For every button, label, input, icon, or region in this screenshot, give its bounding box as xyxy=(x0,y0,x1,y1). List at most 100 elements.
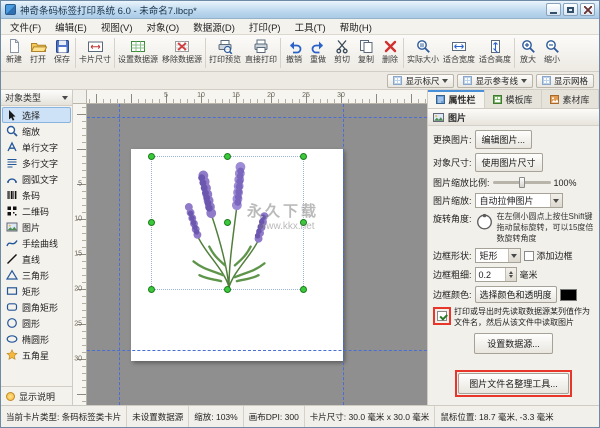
selection-handle-center[interactable] xyxy=(224,219,231,226)
help-bulb-icon xyxy=(6,392,15,401)
title-bar: 神奇条码标签打印系统 6.0 - 未命名7.lbcp* xyxy=(1,1,599,19)
sidebar-item-single-line-text[interactable]: 单行文字 xyxy=(2,139,71,155)
sidebar-item-arc-text[interactable]: 圆弧文字 xyxy=(2,171,71,187)
image-filename-tool-button[interactable]: 图片文件名整理工具... xyxy=(458,373,569,394)
toolbar-button-card-size[interactable]: 卡片尺寸 xyxy=(77,36,113,70)
use-image-size-button[interactable]: 使用图片尺寸 xyxy=(475,153,543,172)
panel-body: 更换图片: 编辑图片... 对象尺寸: 使用图片尺寸 图片缩放比例: 100% … xyxy=(428,126,599,405)
minimize-button[interactable] xyxy=(546,3,561,16)
selection-handle-middle-left[interactable] xyxy=(148,219,155,226)
toolbar-button-delete[interactable]: 删除 xyxy=(378,36,402,70)
toolbar-button-cut[interactable]: 剪切 xyxy=(330,36,354,70)
sidebar-item-barcode[interactable]: 条码 xyxy=(2,187,71,203)
guide-vertical-left[interactable] xyxy=(119,104,120,405)
selection-handle-bottom-center[interactable] xyxy=(224,286,231,293)
close-button[interactable] xyxy=(580,3,595,16)
guide-horizontal-top[interactable] xyxy=(87,117,427,118)
border-shape-label: 边框形状: xyxy=(433,249,472,262)
border-width-spinner[interactable]: 0.2 xyxy=(475,267,517,282)
app-window: 神奇条码标签打印系统 6.0 - 未命名7.lbcp* 文件(F) 编辑(E) … xyxy=(0,0,600,428)
rectangle-icon xyxy=(5,285,19,298)
horizontal-ruler[interactable]: 5 10 15 20 25 30 xyxy=(87,90,427,104)
sidebar-item-rectangle[interactable]: 矩形 xyxy=(2,283,71,299)
sidebar-item-multi-line-text[interactable]: 多行文字 xyxy=(2,155,71,171)
sidebar-item-select[interactable]: 选择 xyxy=(2,107,71,123)
spinner-buttons[interactable] xyxy=(505,268,516,281)
border-color-swatch[interactable] xyxy=(560,289,577,301)
status-dpi: 画布DPI: 300 xyxy=(244,406,305,427)
show-help-button[interactable]: 显示说明 xyxy=(1,386,72,405)
select-dropdown-button[interactable] xyxy=(550,194,562,207)
border-width-label: 边框粗细: xyxy=(433,268,472,281)
menu-tools[interactable]: 工具(T) xyxy=(288,19,333,35)
toolbar-button-open[interactable]: 打开 xyxy=(26,36,50,70)
sidebar-item-image[interactable]: 图片 xyxy=(2,219,71,235)
border-shape-select[interactable]: 矩形 xyxy=(475,248,521,263)
toolbar-button-undo[interactable]: 撤销 xyxy=(282,36,306,70)
sidebar-item-triangle[interactable]: 三角形 xyxy=(2,267,71,283)
set-datasource-button[interactable]: 设置数据源... xyxy=(474,333,553,354)
menu-edit[interactable]: 编辑(E) xyxy=(48,19,94,35)
select-dropdown-button[interactable] xyxy=(508,249,520,262)
filename-from-datasource-checkbox[interactable] xyxy=(437,311,447,321)
show-grid-button[interactable]: 显示网格 xyxy=(536,74,594,88)
toolbar-button-zoom-in[interactable]: 放大 xyxy=(516,36,540,70)
tab-templates[interactable]: 模板库 xyxy=(485,90,542,108)
sidebar-item-rounded-rectangle[interactable]: 圆角矩形 xyxy=(2,299,71,315)
show-guides-button[interactable]: 显示参考线 xyxy=(457,74,533,88)
toolbar-button-new[interactable]: 新建 xyxy=(2,36,26,70)
toolbar-button-remove-datasource[interactable]: 移除数据源 xyxy=(160,36,204,70)
rotate-dial[interactable] xyxy=(475,212,494,231)
toolbar-button-redo[interactable]: 重做 xyxy=(306,36,330,70)
sidebar-item-freehand-curve[interactable]: 手绘曲线 xyxy=(2,235,71,251)
menu-help[interactable]: 帮助(H) xyxy=(333,19,379,35)
menu-file[interactable]: 文件(F) xyxy=(3,19,48,35)
toolbar-button-copy[interactable]: 复制 xyxy=(354,36,378,70)
maximize-button[interactable] xyxy=(563,3,578,16)
selection-handle-top-center[interactable] xyxy=(224,153,231,160)
toolbar-button-save[interactable]: 保存 xyxy=(50,36,74,70)
sidebar-item-line[interactable]: 直线 xyxy=(2,251,71,267)
menu-object[interactable]: 对象(O) xyxy=(139,19,186,35)
sidebar-item-zoom[interactable]: 缩放 xyxy=(2,123,71,139)
toolbar-button-print-preview[interactable]: 打印预览 xyxy=(207,36,243,70)
toolbar-label: 卡片尺寸 xyxy=(79,56,111,64)
edit-image-button[interactable]: 编辑图片... xyxy=(475,130,533,149)
border-color-button[interactable]: 选择颜色和透明度 xyxy=(475,286,557,303)
tab-properties[interactable]: 属性栏 xyxy=(428,90,485,108)
toolbar-button-zoom-out[interactable]: 缩小 xyxy=(540,36,564,70)
show-ruler-button[interactable]: 显示标尺 xyxy=(387,74,454,88)
menu-print[interactable]: 打印(P) xyxy=(242,19,288,35)
menu-view[interactable]: 视图(V) xyxy=(94,19,140,35)
sidebar-item-qrcode[interactable]: 二维码 xyxy=(2,203,71,219)
chevron-down-icon xyxy=(553,199,559,203)
menu-datasource[interactable]: 数据源(D) xyxy=(186,19,242,35)
sidebar-item-ellipse[interactable]: 椭圆形 xyxy=(2,331,71,347)
tab-materials[interactable]: 素材库 xyxy=(542,90,599,108)
ruler-number: 15 xyxy=(232,92,240,99)
toolbar-button-fit-width[interactable]: 适合宽度 xyxy=(441,36,477,70)
qrcode-icon xyxy=(5,205,19,218)
image-scale-slider[interactable] xyxy=(493,181,551,184)
guide-horizontal-bottom[interactable] xyxy=(87,350,427,351)
toolbar-separator xyxy=(205,38,206,68)
guide-vertical-right[interactable] xyxy=(343,104,344,405)
toolbar-button-actual-size[interactable]: 实际大小 xyxy=(405,36,441,70)
selection-handle-bottom-right[interactable] xyxy=(300,286,307,293)
selection-handle-bottom-left[interactable] xyxy=(148,286,155,293)
toolbar-button-fit-height[interactable]: 适合高度 xyxy=(477,36,513,70)
toolbar-label: 打开 xyxy=(30,56,46,64)
ruler-number: 5 xyxy=(78,181,82,188)
sidebar-item-circle[interactable]: 圆形 xyxy=(2,315,71,331)
sidebar-header[interactable]: 对象类型 xyxy=(1,90,72,106)
slider-thumb[interactable] xyxy=(519,177,525,188)
add-border-checkbox[interactable] xyxy=(524,251,534,261)
sidebar-item-star[interactable]: 五角星 xyxy=(2,347,71,363)
image-zoom-select[interactable]: 自动拉伸图片 xyxy=(475,193,563,208)
toolbar-button-direct-print[interactable]: 直接打印 xyxy=(243,36,279,70)
vertical-ruler[interactable]: 5 10 15 20 25 30 xyxy=(73,104,87,405)
selection-handle-top-left[interactable] xyxy=(148,153,155,160)
selection-handle-top-right[interactable] xyxy=(300,153,307,160)
canvas-area[interactable]: 永久下载 www.kkx.net xyxy=(87,104,427,405)
toolbar-button-set-datasource[interactable]: 设置数据源 xyxy=(116,36,160,70)
